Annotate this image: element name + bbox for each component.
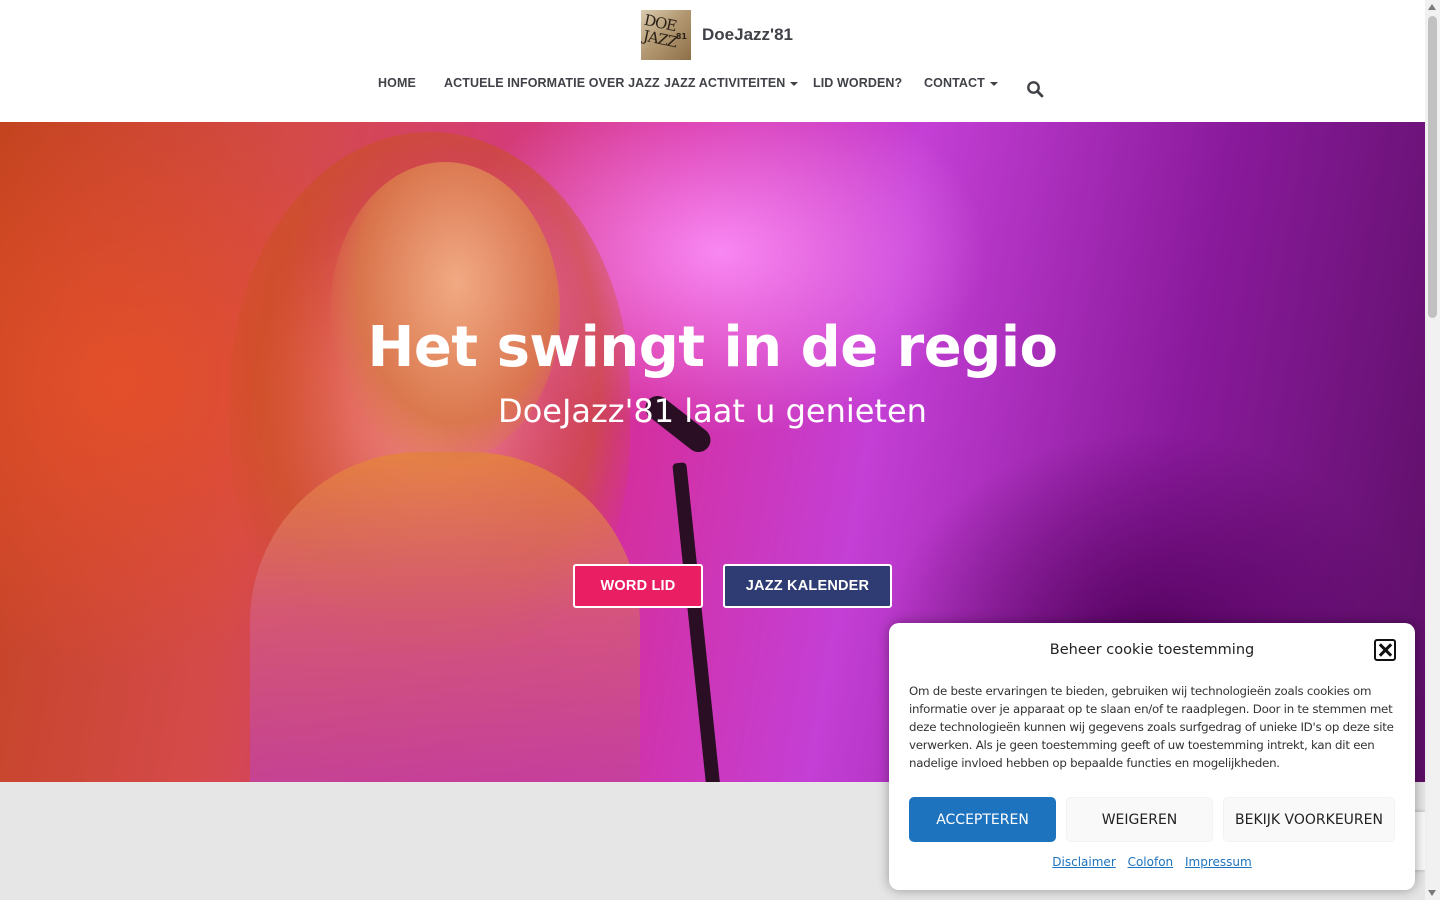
site-logo[interactable]: DOE JAZZ 81 bbox=[641, 10, 691, 60]
nav-item-label: ACTUELE INFORMATIE OVER JAZZ bbox=[444, 76, 660, 90]
nav-item-contact[interactable]: CONTACT bbox=[924, 76, 998, 90]
page-scrollbar[interactable] bbox=[1425, 0, 1440, 900]
deny-cookies-button[interactable]: WEIGEREN bbox=[1066, 797, 1213, 842]
brand[interactable]: DOE JAZZ 81 DoeJazz'81 bbox=[641, 10, 793, 60]
hero-subtitle: DoeJazz'81 laat u genieten bbox=[498, 392, 927, 430]
nav-item-label: CONTACT bbox=[924, 76, 985, 90]
jazz-kalender-button[interactable]: JAZZ KALENDER bbox=[723, 564, 892, 608]
scroll-up-arrow-icon[interactable] bbox=[1428, 4, 1436, 10]
impressum-link[interactable]: Impressum bbox=[1185, 855, 1252, 869]
hero-image-singer bbox=[250, 452, 640, 782]
site-header: DOE JAZZ 81 DoeJazz'81 HOME ACTUELE INFO… bbox=[0, 0, 1425, 122]
nav-item-actuele-informatie[interactable]: ACTUELE INFORMATIE OVER JAZZ bbox=[444, 76, 660, 90]
main-nav: HOME ACTUELE INFORMATIE OVER JAZZ JAZZ A… bbox=[0, 76, 1425, 96]
accept-cookies-button[interactable]: ACCEPTEREN bbox=[909, 797, 1056, 842]
word-lid-button[interactable]: WORD LID bbox=[573, 564, 703, 608]
close-icon[interactable] bbox=[1374, 639, 1396, 661]
nav-item-lid-worden[interactable]: LID WORDEN? bbox=[813, 76, 902, 90]
site-title[interactable]: DoeJazz'81 bbox=[702, 25, 793, 45]
cookie-dialog-title: Beheer cookie toestemming bbox=[1049, 642, 1255, 658]
scroll-down-arrow-icon[interactable] bbox=[1428, 890, 1436, 896]
nav-item-jazz-activiteiten[interactable]: JAZZ ACTIVITEITEN bbox=[664, 76, 799, 90]
scrollbar-thumb[interactable] bbox=[1428, 16, 1437, 318]
search-icon[interactable] bbox=[1026, 80, 1044, 98]
nav-item-label: JAZZ ACTIVITEITEN bbox=[664, 76, 786, 90]
microphone-stand bbox=[672, 462, 722, 782]
logo-text-81: 81 bbox=[675, 32, 687, 41]
caret-down-icon bbox=[790, 81, 799, 86]
view-preferences-button[interactable]: BEKIJK VOORKEUREN bbox=[1223, 797, 1395, 842]
cookie-consent-dialog: Beheer cookie toestemming Om de beste er… bbox=[889, 623, 1415, 890]
cookie-links: Disclaimer Colofon Impressum bbox=[889, 855, 1415, 869]
nav-item-label: HOME bbox=[378, 76, 416, 90]
cookie-dialog-text: Om de beste ervaringen te bieden, gebrui… bbox=[909, 684, 1394, 770]
nav-item-label: LID WORDEN? bbox=[813, 76, 903, 90]
disclaimer-link[interactable]: Disclaimer bbox=[1052, 855, 1115, 869]
colofon-link[interactable]: Colofon bbox=[1128, 855, 1174, 869]
hero-title: Het swingt in de regio bbox=[367, 315, 1058, 380]
caret-down-icon bbox=[989, 81, 998, 86]
nav-item-home[interactable]: HOME bbox=[378, 76, 416, 90]
